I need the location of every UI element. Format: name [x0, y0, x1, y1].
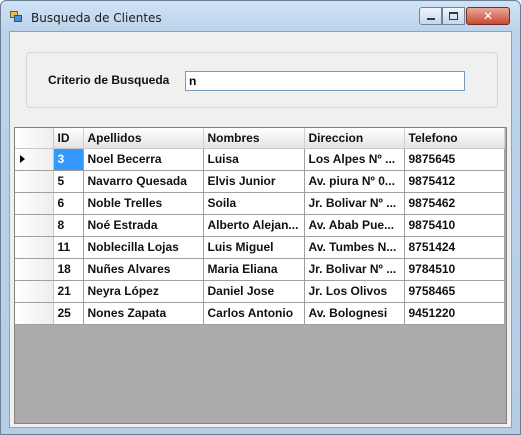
app-window: Busqueda de Clientes ✕ Criterio de Busqu… — [0, 0, 521, 435]
grid-header-row: ID Apellidos Nombres Direccion Telefono — [15, 128, 505, 149]
cell-telefono[interactable]: 9875412 — [404, 170, 505, 193]
current-row-arrow-icon — [20, 155, 25, 163]
column-header-nombres[interactable]: Nombres — [203, 128, 305, 149]
close-icon: ✕ — [482, 9, 494, 23]
table-row[interactable]: 6 Noble Trelles Soila Jr. Bolivar Nº ... 987… — [15, 192, 505, 215]
maximize-icon — [449, 12, 458, 20]
cell-telefono[interactable]: 9875462 — [404, 192, 505, 215]
cell-id[interactable]: 8 — [53, 214, 84, 237]
cell-direccion[interactable]: Av. Bolognesi — [304, 302, 405, 325]
row-header[interactable] — [15, 148, 54, 171]
search-criteria-label: Criterio de Busqueda — [48, 73, 170, 87]
row-header[interactable] — [15, 236, 54, 259]
cell-id[interactable]: 11 — [53, 236, 84, 259]
cell-telefono[interactable]: 9875645 — [404, 148, 505, 171]
cell-telefono[interactable]: 8751424 — [404, 236, 505, 259]
row-header[interactable] — [15, 280, 54, 303]
window-title: Busqueda de Clientes — [31, 11, 162, 25]
row-header[interactable] — [15, 302, 54, 325]
cell-id[interactable]: 25 — [53, 302, 84, 325]
cell-id[interactable]: 18 — [53, 258, 84, 281]
cell-nombres[interactable]: Carlos Antonio — [203, 302, 305, 325]
minimize-button[interactable] — [419, 7, 442, 25]
row-header[interactable] — [15, 192, 54, 215]
cell-apellidos[interactable]: Nones Zapata — [83, 302, 204, 325]
table-row[interactable]: 21 Neyra López Daniel Jose Jr. Los Olivos 97… — [15, 280, 505, 303]
cell-direccion[interactable]: Av. piura Nº 0... — [304, 170, 405, 193]
row-header[interactable] — [15, 258, 54, 281]
search-groupbox: Criterio de Busqueda — [26, 52, 498, 108]
cell-telefono[interactable]: 9758465 — [404, 280, 505, 303]
cell-nombres[interactable]: Elvis Junior — [203, 170, 305, 193]
cell-direccion[interactable]: Av. Abab Pue... — [304, 214, 405, 237]
cell-apellidos[interactable]: Nuñes Alvares — [83, 258, 204, 281]
cell-nombres[interactable]: Luisa — [203, 148, 305, 171]
cell-nombres[interactable]: Maria Eliana — [203, 258, 305, 281]
cell-apellidos[interactable]: Navarro Quesada — [83, 170, 204, 193]
column-header-apellidos[interactable]: Apellidos — [83, 128, 204, 149]
table-row[interactable]: 5 Navarro Quesada Elvis Junior Av. piura Nº… — [15, 170, 505, 193]
row-header-corner[interactable] — [15, 128, 54, 149]
row-header[interactable] — [15, 170, 54, 193]
cell-telefono[interactable]: 9451220 — [404, 302, 505, 325]
cell-nombres[interactable]: Alberto Alejan... — [203, 214, 305, 237]
search-input[interactable] — [185, 71, 465, 91]
form-client-area: Criterio de Busqueda ID Apellidos — [9, 31, 512, 428]
cell-id[interactable]: 21 — [53, 280, 84, 303]
table-row[interactable]: 11 Noblecilla Lojas Luis Miguel Av. Tumbes … — [15, 236, 505, 259]
cell-nombres[interactable]: Luis Miguel — [203, 236, 305, 259]
cell-apellidos[interactable]: Noblecilla Lojas — [83, 236, 204, 259]
cell-apellidos[interactable]: Neyra López — [83, 280, 204, 303]
cell-id[interactable]: 5 — [53, 170, 84, 193]
table-row[interactable]: 18 Nuñes Alvares Maria Eliana Jr. Bolivar N… — [15, 258, 505, 281]
column-header-id[interactable]: ID — [53, 128, 84, 149]
cell-direccion[interactable]: Los Alpes Nº ... — [304, 148, 405, 171]
cell-apellidos[interactable]: Noé Estrada — [83, 214, 204, 237]
column-header-direccion[interactable]: Direccion — [304, 128, 405, 149]
cell-direccion[interactable]: Jr. Bolivar Nº ... — [304, 258, 405, 281]
table-row[interactable]: 25 Nones Zapata Carlos Antonio Av. Bolognes… — [15, 302, 505, 325]
maximize-button[interactable] — [442, 7, 465, 25]
close-button[interactable]: ✕ — [466, 7, 510, 25]
title-bar[interactable]: Busqueda de Clientes ✕ — [1, 1, 520, 31]
customers-table: ID Apellidos Nombres Direccion Telefono … — [15, 128, 505, 325]
table-row[interactable]: 8 Noé Estrada Alberto Alejan... Av. Abab Pu… — [15, 214, 505, 237]
cell-direccion[interactable]: Jr. Bolivar Nº ... — [304, 192, 405, 215]
minimize-icon — [426, 18, 435, 20]
cell-telefono[interactable]: 9875410 — [404, 214, 505, 237]
column-header-telefono[interactable]: Telefono — [404, 128, 505, 149]
grid-body: 3 Noel Becerra Luisa Los Alpes Nº ... 987564… — [15, 148, 505, 325]
cell-telefono[interactable]: 9784510 — [404, 258, 505, 281]
cell-apellidos[interactable]: Noble Trelles — [83, 192, 204, 215]
cell-nombres[interactable]: Soila — [203, 192, 305, 215]
cell-nombres[interactable]: Daniel Jose — [203, 280, 305, 303]
cell-direccion[interactable]: Jr. Los Olivos — [304, 280, 405, 303]
cell-apellidos[interactable]: Noel Becerra — [83, 148, 204, 171]
cell-direccion[interactable]: Av. Tumbes N... — [304, 236, 405, 259]
row-header[interactable] — [15, 214, 54, 237]
customers-grid[interactable]: ID Apellidos Nombres Direccion Telefono … — [14, 127, 507, 424]
cell-id[interactable]: 3 — [53, 148, 84, 171]
form-app-icon[interactable] — [10, 11, 23, 23]
table-row[interactable]: 3 Noel Becerra Luisa Los Alpes Nº ... 987564… — [15, 148, 505, 171]
cell-id[interactable]: 6 — [53, 192, 84, 215]
